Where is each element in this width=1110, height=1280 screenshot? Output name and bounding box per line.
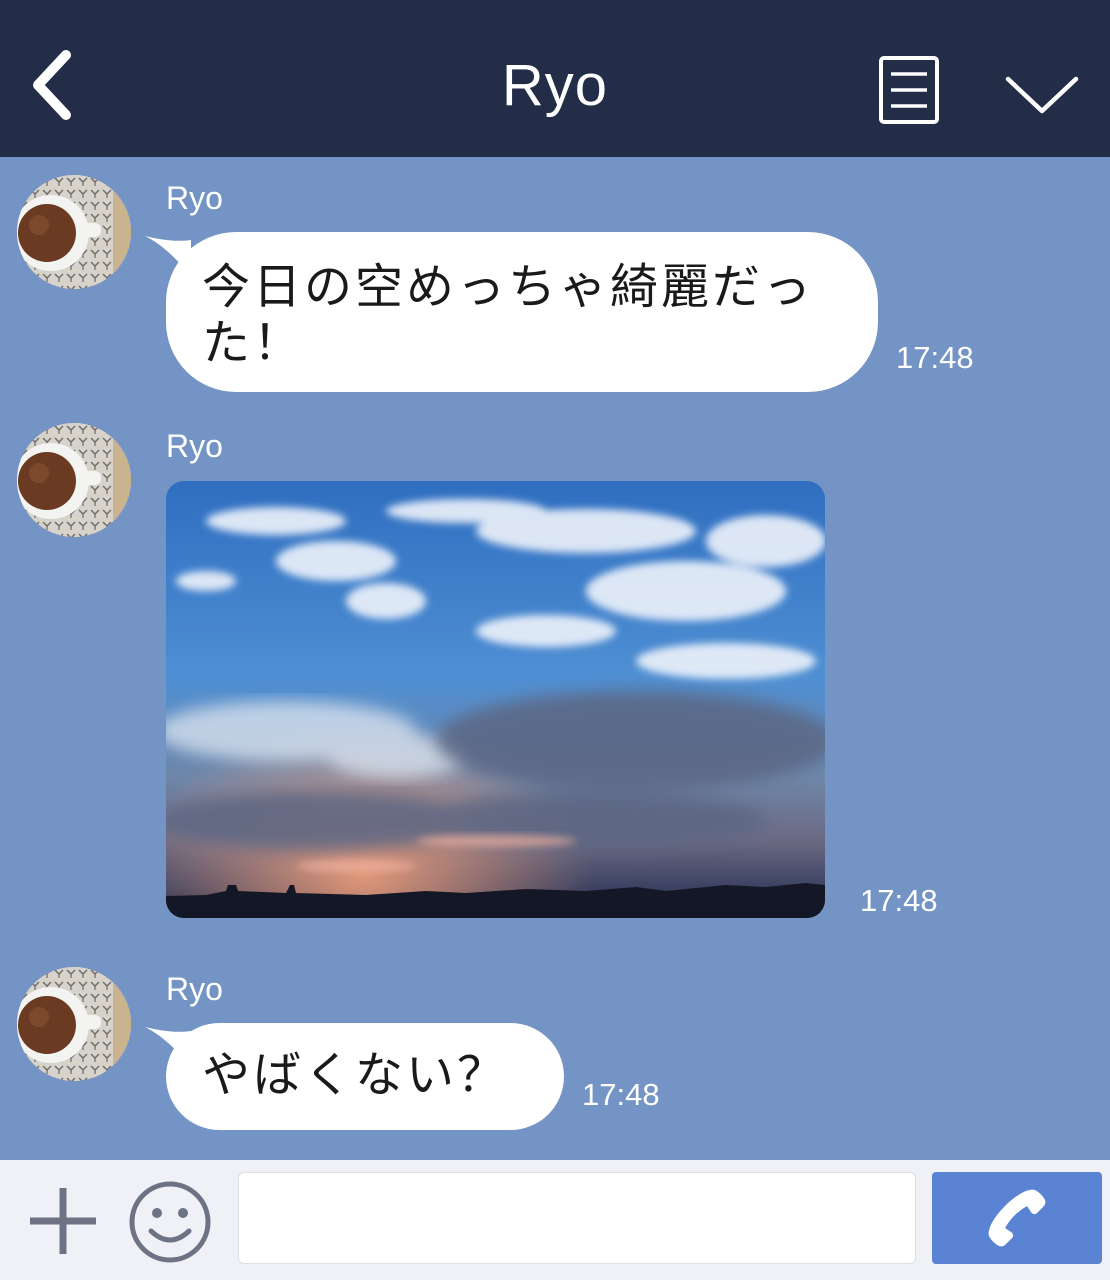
chevron-down-icon xyxy=(1005,76,1079,114)
add-button[interactable] xyxy=(22,1180,104,1262)
avatar[interactable] xyxy=(17,423,131,537)
sender-name: Ryo xyxy=(166,180,223,216)
message-time: 17:48 xyxy=(860,883,938,918)
message-text: た！ xyxy=(202,317,305,370)
message-text: 今日の空めっちゃ綺麗だっ xyxy=(202,261,815,314)
sky-photo[interactable] xyxy=(166,481,825,918)
smiley-icon xyxy=(129,1181,211,1263)
avatar[interactable] xyxy=(17,175,131,289)
call-button[interactable] xyxy=(932,1172,1102,1264)
collapse-button[interactable] xyxy=(996,60,1088,130)
sender-name: Ryo xyxy=(166,428,223,464)
menu-button[interactable] xyxy=(872,52,946,128)
phone-icon xyxy=(988,1189,1046,1247)
emoji-button[interactable] xyxy=(124,1176,216,1268)
chat-header: Ryo xyxy=(0,0,1110,157)
message-time: 17:48 xyxy=(896,340,974,375)
plus-icon xyxy=(30,1188,96,1254)
avatar[interactable] xyxy=(17,967,131,1081)
message-time: 17:48 xyxy=(582,1077,660,1112)
message-input[interactable] xyxy=(238,1172,916,1264)
message-bubble[interactable]: 今日の空めっちゃ綺麗だっ た！ xyxy=(166,232,878,392)
sender-name: Ryo xyxy=(166,971,223,1007)
message-bubble[interactable]: やばくない？ xyxy=(166,1023,564,1130)
input-bar xyxy=(0,1160,1110,1280)
menu-list-icon xyxy=(879,56,939,124)
message-text: やばくない？ xyxy=(202,1049,509,1102)
chat-screen: Ryo Ryo 今日の空めっちゃ綺麗だっ た！ 17:48 Ryo 17:48 … xyxy=(0,0,1110,1280)
